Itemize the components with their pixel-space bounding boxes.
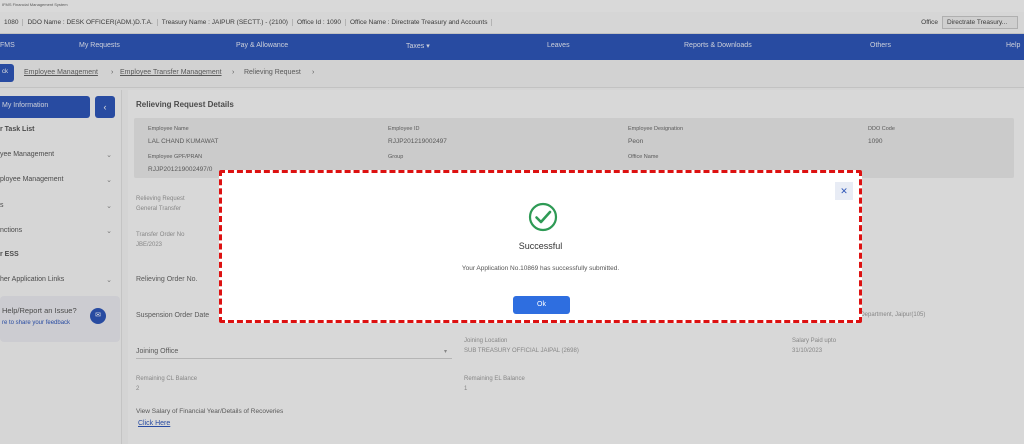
check-circle-icon: [528, 202, 558, 232]
success-dialog: ✕ Successful Your Application No.10869 h…: [219, 170, 862, 323]
dialog-title: Successful: [518, 241, 563, 251]
dialog-message: Your Application No.10869 has successful…: [461, 265, 620, 272]
ok-button[interactable]: Ok: [513, 296, 570, 314]
close-icon[interactable]: ✕: [835, 182, 853, 200]
